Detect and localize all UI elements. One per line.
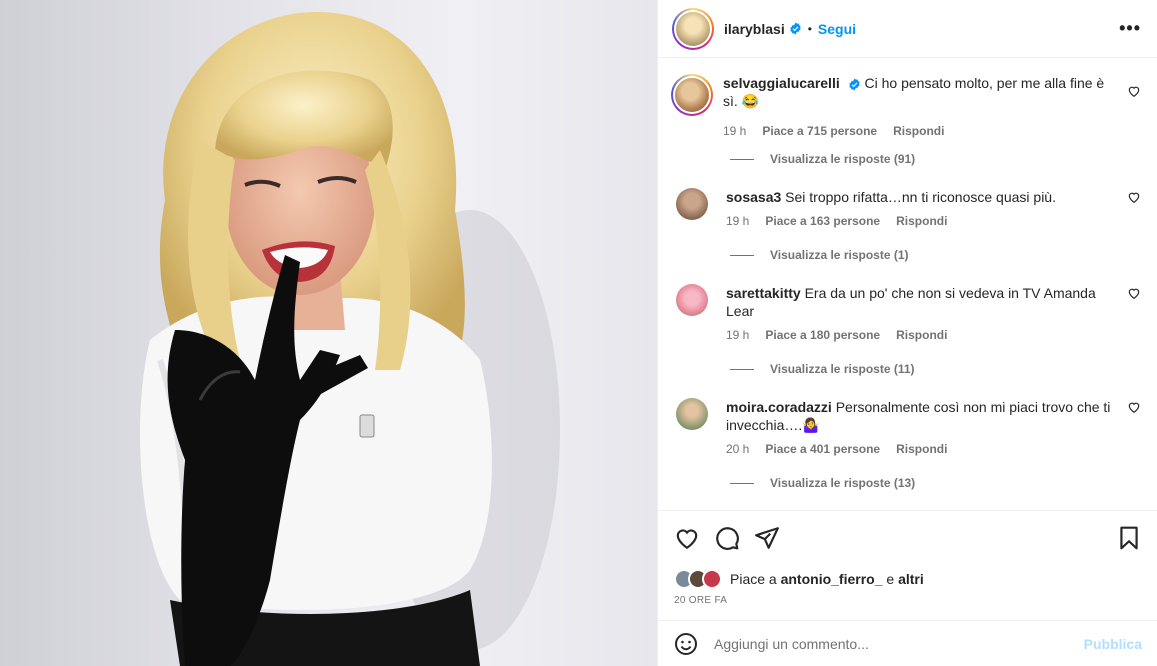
add-comment-bar: Pubblica <box>658 620 1157 666</box>
like-comment-heart-icon[interactable] <box>1127 190 1141 204</box>
comment-likes[interactable]: Piace a 401 persone <box>765 442 880 456</box>
reply-button[interactable]: Rispondi <box>896 442 947 456</box>
comment-meta: 19 h Piace a 715 persone Rispondi <box>723 124 1115 138</box>
comment-time: 19 h <box>723 124 747 138</box>
post-photo[interactable] <box>0 0 657 666</box>
comments-list[interactable]: selvaggialucarelli Ci ho pensato molto, … <box>658 58 1157 510</box>
view-replies-button[interactable]: Visualizza le risposte (1) <box>730 248 1141 262</box>
comment-meta: 19 h Piace a 163 persone Rispondi <box>726 214 1115 228</box>
comment-bubble-icon[interactable] <box>714 525 740 551</box>
emoji-icon[interactable] <box>674 632 698 656</box>
view-replies-label: Visualizza le risposte (91) <box>770 152 916 166</box>
follow-button[interactable]: Segui <box>818 21 856 37</box>
post-timestamp[interactable]: 20 ORE FA <box>674 595 1142 606</box>
replies-divider <box>730 368 754 370</box>
like-comment-heart-icon[interactable] <box>1127 286 1141 300</box>
view-replies-button[interactable]: Visualizza le risposte (13) <box>730 476 1141 490</box>
liked-by: Piace a antonio_fierro_ e altri <box>674 569 1142 589</box>
reply-button[interactable]: Rispondi <box>893 124 944 138</box>
post-image <box>140 11 560 666</box>
post-actions: Piace a antonio_fierro_ e altri 20 ORE F… <box>658 510 1157 606</box>
comment-likes[interactable]: Piace a 180 persone <box>765 328 880 342</box>
view-replies-label: Visualizza le risposte (13) <box>770 476 916 490</box>
comment-text: moira.coradazzi Personalmente così non m… <box>726 398 1115 434</box>
comment-text: sosasa3 Sei troppo rifatta…nn ti riconos… <box>726 188 1115 206</box>
more-options-icon[interactable]: ••• <box>1119 18 1141 39</box>
comment-time: 19 h <box>726 328 750 342</box>
author-username[interactable]: ilaryblasi <box>724 21 785 37</box>
post-side-panel: ilaryblasi • Segui ••• selvaggialucarell… <box>657 0 1157 666</box>
view-replies-button[interactable]: Visualizza le risposte (91) <box>730 152 1141 166</box>
save-bookmark-icon[interactable] <box>1116 525 1142 551</box>
comment-avatar[interactable] <box>676 398 708 430</box>
comment-body: Sei troppo rifatta…nn ti riconosce quasi… <box>785 189 1056 205</box>
author-avatar[interactable] <box>672 7 714 50</box>
comment-username[interactable]: sosasa3 <box>726 189 781 205</box>
comment-likes[interactable]: Piace a 163 persone <box>765 214 880 228</box>
comment-avatar[interactable] <box>671 74 713 116</box>
comment-time: 19 h <box>726 214 750 228</box>
reply-button[interactable]: Rispondi <box>896 328 947 342</box>
verified-badge-icon <box>790 22 801 35</box>
comment-item: sosasa3 Sei troppo rifatta…nn ti riconos… <box>672 188 1141 228</box>
comment-text: selvaggialucarelli Ci ho pensato molto, … <box>723 74 1115 110</box>
view-replies-button[interactable]: Visualizza le risposte (11) <box>730 362 1141 376</box>
view-replies-label: Visualizza le risposte (11) <box>770 362 915 376</box>
comment-username[interactable]: selvaggialucarelli <box>723 75 840 91</box>
verified-badge-icon <box>848 78 860 91</box>
separator-dot: • <box>807 21 812 36</box>
comment-username[interactable]: moira.coradazzi <box>726 399 832 415</box>
comment-avatar[interactable] <box>676 188 708 220</box>
like-comment-heart-icon[interactable] <box>1127 84 1141 98</box>
publish-button[interactable]: Pubblica <box>1084 636 1142 652</box>
action-icons-row <box>674 523 1142 553</box>
comment-item: sarettakitty Era da un po' che non si ve… <box>672 284 1141 342</box>
comment-time: 20 h <box>726 442 750 456</box>
comment-meta: 19 h Piace a 180 persone Rispondi <box>726 328 1115 342</box>
comment-item: moira.coradazzi Personalmente così non m… <box>672 398 1141 456</box>
like-heart-icon[interactable] <box>674 525 700 551</box>
comment-likes[interactable]: Piace a 715 persone <box>762 124 877 138</box>
like-comment-heart-icon[interactable] <box>1127 400 1141 414</box>
liked-by-conj: e <box>886 571 895 587</box>
comment-input[interactable] <box>714 635 1084 652</box>
share-paper-plane-icon[interactable] <box>754 525 780 551</box>
replies-divider <box>730 482 754 484</box>
instagram-post-view: ilaryblasi • Segui ••• selvaggialucarell… <box>0 0 1157 666</box>
replies-divider <box>730 254 754 256</box>
post-header: ilaryblasi • Segui ••• <box>658 0 1157 58</box>
liker-avatar[interactable] <box>702 569 722 589</box>
comment-item: selvaggialucarelli Ci ho pensato molto, … <box>671 74 1141 138</box>
comment-username[interactable]: sarettakitty <box>726 285 801 301</box>
comment-meta: 20 h Piace a 401 persone Rispondi <box>726 442 1115 456</box>
replies-divider <box>730 158 754 160</box>
liked-by-others[interactable]: altri <box>898 571 924 587</box>
comment-text: sarettakitty Era da un po' che non si ve… <box>726 284 1115 320</box>
comment-avatar[interactable] <box>676 284 708 316</box>
reply-button[interactable]: Rispondi <box>896 214 947 228</box>
liked-by-user[interactable]: antonio_fierro_ <box>781 571 883 587</box>
liked-by-prefix: Piace a <box>730 571 777 587</box>
liked-by-text: Piace a antonio_fierro_ e altri <box>730 571 924 587</box>
view-replies-label: Visualizza le risposte (1) <box>770 248 909 262</box>
